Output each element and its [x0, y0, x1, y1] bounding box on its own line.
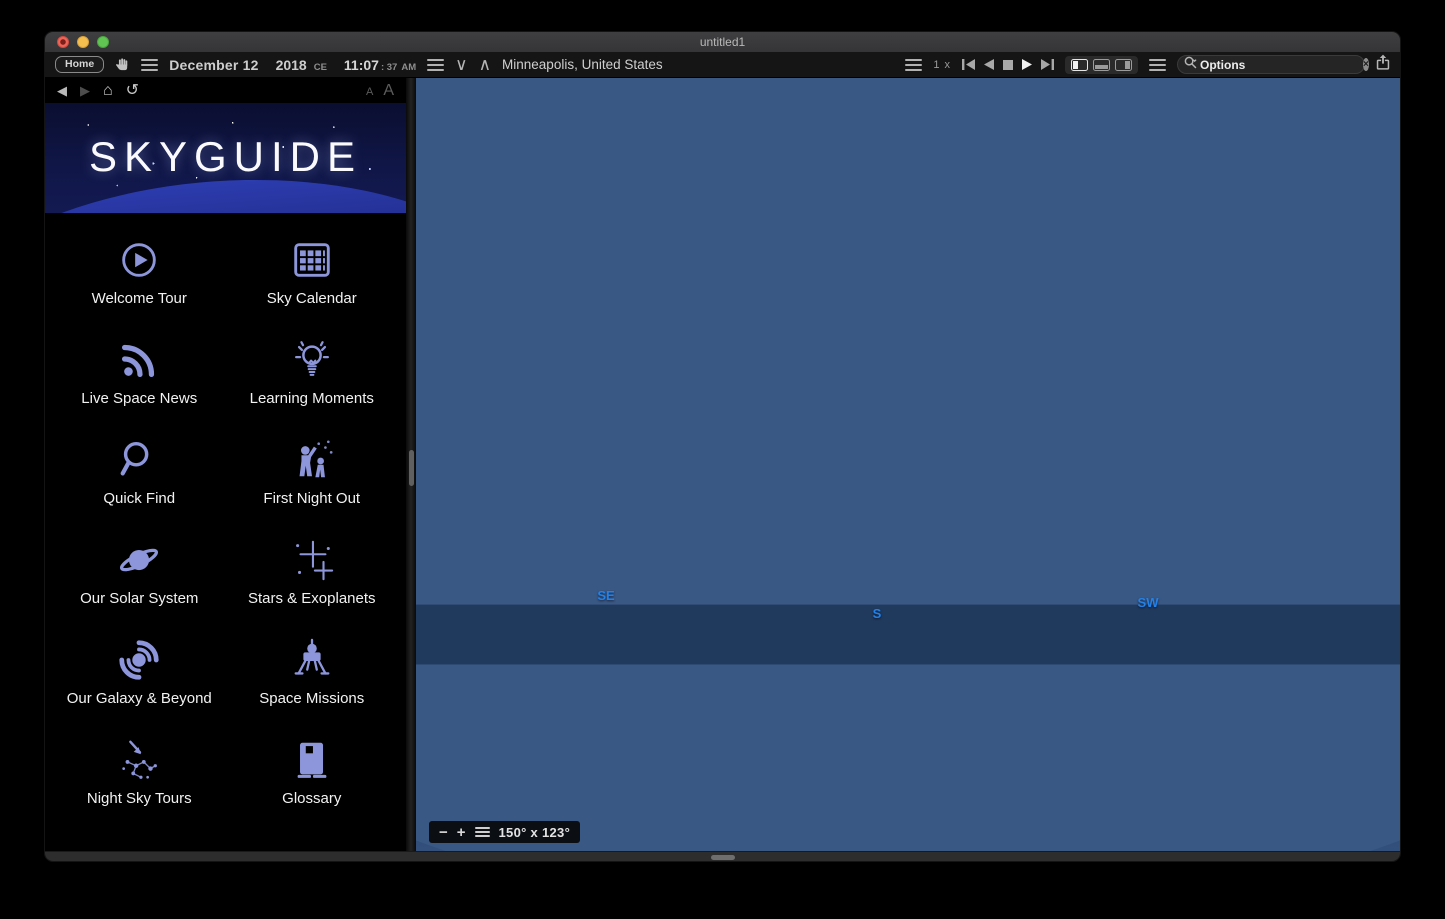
magnifier-icon: [116, 437, 162, 483]
skyguide-banner: SKYGUIDE: [45, 103, 406, 213]
nav-forward-button[interactable]: ▶: [80, 83, 90, 99]
skip-to-end-button[interactable]: [1041, 59, 1054, 70]
star-sparkles-icon: [289, 537, 335, 583]
app-window: untitled1 Home December 12 2018 CE 11:07…: [44, 31, 1401, 862]
sky-view[interactable]: SE S SW − + 150° x 123°: [416, 78, 1400, 851]
menu-item-first-night-out[interactable]: First Night Out: [226, 425, 399, 525]
toggle-bottom-panel-button[interactable]: [1093, 59, 1110, 71]
meridiem-label: AM: [401, 62, 416, 73]
time-menu-icon[interactable]: [427, 59, 444, 71]
compass-label-sw: SW: [1138, 595, 1159, 610]
zoom-out-button[interactable]: −: [439, 825, 448, 840]
toggle-left-panel-button[interactable]: [1071, 59, 1088, 71]
constellation-arrow-icon: [116, 737, 162, 783]
menu-item-space-missions[interactable]: Space Missions: [226, 625, 399, 725]
play-button[interactable]: [1022, 59, 1032, 70]
menu-item-our-solar-system[interactable]: Our Solar System: [53, 525, 226, 625]
clear-search-icon[interactable]: ×: [1363, 58, 1369, 71]
time-speed-label[interactable]: 1 x: [933, 59, 951, 71]
stop-button[interactable]: [1003, 60, 1013, 70]
resize-grip[interactable]: [711, 855, 735, 860]
share-icon[interactable]: [1376, 54, 1390, 75]
calendar-icon: [289, 237, 335, 283]
lightbulb-icon: [289, 337, 335, 383]
nav-home-icon[interactable]: ⌂: [103, 83, 113, 99]
menu-item-learning-moments[interactable]: Learning Moments: [226, 325, 399, 425]
seconds-display: : 37: [381, 62, 397, 73]
fov-value: 150° x 123°: [499, 825, 571, 840]
year-display[interactable]: 2018: [276, 57, 307, 73]
search-input[interactable]: [1200, 58, 1360, 72]
font-increase-button[interactable]: A: [383, 82, 394, 100]
font-decrease-button[interactable]: A: [366, 86, 373, 98]
rss-icon: [116, 337, 162, 383]
playback-menu-icon[interactable]: [905, 59, 922, 71]
nav-back-button[interactable]: ◀: [57, 83, 67, 99]
app-brand-title: SKYGUIDE: [45, 133, 406, 181]
location-display[interactable]: Minneapolis, United States: [502, 57, 663, 72]
time-step-up-icon[interactable]: ∧: [479, 56, 491, 73]
sidebar-nav: ◀ ▶ ⌂ ↺ A A: [45, 78, 406, 103]
menu-item-quick-find[interactable]: Quick Find: [53, 425, 226, 525]
sidebar-menu: Welcome Tour Sky Calendar Live Space New…: [45, 213, 406, 851]
search-icon: [1184, 56, 1197, 74]
book-icon: [289, 737, 335, 783]
home-button[interactable]: Home: [55, 56, 104, 73]
skip-to-start-button[interactable]: [962, 59, 975, 70]
pan-hand-icon[interactable]: [115, 57, 130, 72]
lunar-lander-icon: [289, 637, 335, 683]
time-step-down-icon[interactable]: ∨: [455, 56, 467, 73]
pane-splitter[interactable]: [406, 78, 416, 851]
sidebar: ◀ ▶ ⌂ ↺ A A SKYGUIDE Welcome Tour: [45, 78, 406, 851]
nav-refresh-icon[interactable]: ↺: [126, 83, 139, 99]
ringed-planet-icon: [116, 537, 162, 583]
play-circle-icon: [116, 237, 162, 283]
window-title: untitled1: [45, 35, 1400, 49]
search-field[interactable]: ×: [1177, 55, 1365, 74]
toggle-right-panel-button[interactable]: [1115, 59, 1132, 71]
menu-item-our-galaxy-beyond[interactable]: Our Galaxy & Beyond: [53, 625, 226, 725]
toolbar: Home December 12 2018 CE 11:07 : 37 AM ∨…: [45, 52, 1400, 78]
splitter-grip[interactable]: [409, 450, 414, 486]
stargazers-icon: [289, 437, 335, 483]
menu-item-sky-calendar[interactable]: Sky Calendar: [226, 225, 399, 325]
zoom-in-button[interactable]: +: [457, 825, 466, 840]
title-bar: untitled1: [45, 32, 1400, 52]
menu-item-live-space-news[interactable]: Live Space News: [53, 325, 226, 425]
compass-label-se: SE: [597, 588, 614, 603]
view-menu-icon[interactable]: [1149, 59, 1166, 71]
menu-item-night-sky-tours[interactable]: Night Sky Tours: [53, 725, 226, 825]
fov-control: − + 150° x 123°: [429, 821, 580, 843]
time-display[interactable]: 11:07: [344, 57, 379, 73]
compass-label-s: S: [873, 606, 882, 621]
fov-menu-icon[interactable]: [475, 827, 490, 837]
menu-item-glossary[interactable]: Glossary: [226, 725, 399, 825]
menu-item-welcome-tour[interactable]: Welcome Tour: [53, 225, 226, 325]
era-label: CE: [314, 62, 327, 73]
horizon-terrain: [416, 78, 1400, 851]
date-menu-icon[interactable]: [141, 59, 158, 71]
step-back-button[interactable]: [984, 59, 994, 70]
status-bar: [45, 851, 1400, 861]
date-display[interactable]: December 12: [169, 57, 258, 73]
spiral-galaxy-icon: [116, 637, 162, 683]
menu-item-stars-exoplanets[interactable]: Stars & Exoplanets: [226, 525, 399, 625]
